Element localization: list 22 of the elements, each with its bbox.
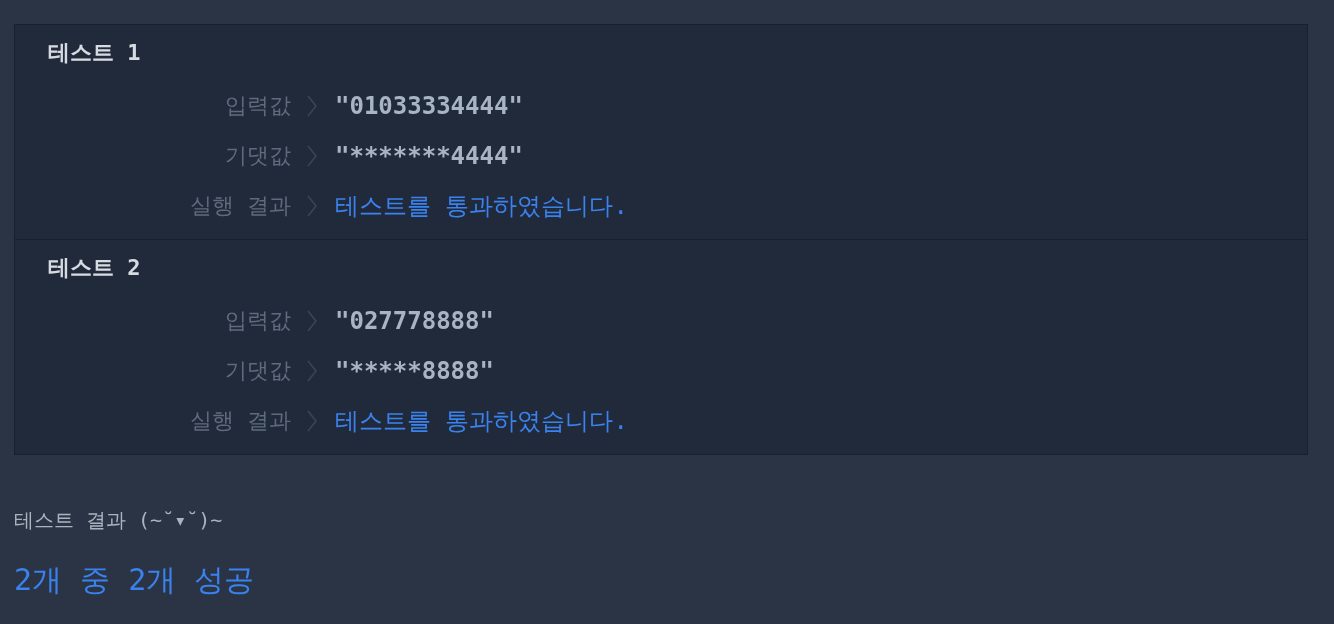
field-label: 기댓값 (224, 142, 291, 170)
test-title: 테스트 1 (48, 39, 142, 67)
field-label: 입력값 (224, 307, 291, 335)
chevron-icon (307, 360, 317, 382)
field-label: 입력값 (224, 92, 291, 120)
field-value: "*****8888" (335, 357, 494, 385)
result-message: 테스트를 통과하였습니다. (335, 406, 628, 437)
result-message: 테스트를 통과하였습니다. (335, 191, 628, 222)
field-label: 실행 결과 (188, 192, 291, 220)
chevron-icon (307, 145, 317, 167)
chevron-icon (307, 95, 317, 117)
summary-heading: 테스트 결과 (~˘▾˘)~ (14, 507, 224, 534)
chevron-icon (307, 410, 317, 432)
field-label: 실행 결과 (188, 407, 291, 435)
field-value: "01033334444" (335, 92, 523, 120)
field-value: "027778888" (335, 307, 494, 335)
summary-result: 2개 중 2개 성공 (14, 561, 256, 599)
chevron-icon (307, 195, 317, 217)
test-title: 테스트 2 (48, 254, 142, 282)
chevron-icon (307, 310, 317, 332)
field-value: "*******4444" (335, 142, 523, 170)
field-label: 기댓값 (224, 357, 291, 385)
